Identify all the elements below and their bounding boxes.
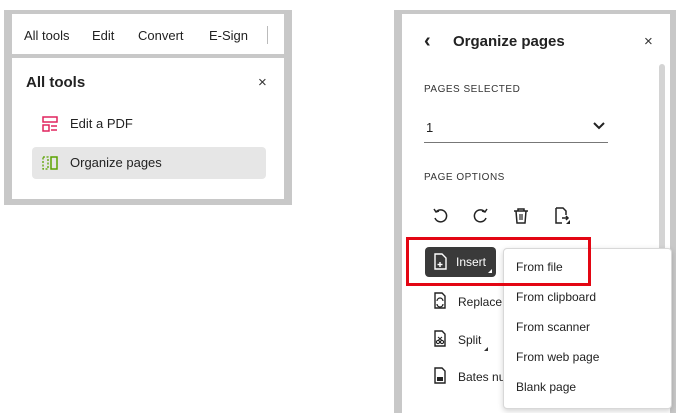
all-tools-panel: All tools × Edit a PDF Organize pages [12,58,284,199]
chevron-down-icon [593,122,605,130]
menu-item-blank-page[interactable]: Blank page [516,380,576,394]
tool-item-edit-pdf[interactable]: Edit a PDF [32,108,266,140]
back-chevron-icon[interactable]: ‹ [424,30,431,53]
panel-title: Organize pages [453,33,565,50]
top-toolbar: All tools Edit Convert E-Sign [12,14,284,54]
submenu-indicator-icon [484,347,488,351]
edit-pdf-icon [42,116,58,132]
menu-item-from-clipboard[interactable]: From clipboard [516,290,596,304]
tab-convert[interactable]: Convert [138,28,184,43]
all-tools-frame: All tools Edit Convert E-Sign All tools … [4,10,292,205]
tool-label-organize-pages: Organize pages [70,155,162,170]
split-icon [434,330,446,347]
panel-title: All tools [26,74,86,91]
organize-pages-icon [42,156,58,170]
tool-label-edit-pdf: Edit a PDF [70,116,133,131]
tool-item-organize-pages[interactable]: Organize pages [32,147,266,179]
rotate-left-icon[interactable] [431,207,449,225]
close-icon[interactable]: × [258,74,267,91]
bates-numbering-icon [434,367,446,384]
rotate-right-icon[interactable] [472,207,490,225]
tab-edit[interactable]: Edit [92,28,114,43]
replace-icon [434,292,446,309]
page-options-list: Replace Split Bates nu [402,280,504,413]
replace-label: Replace [458,295,503,309]
split-label: Split [458,333,482,347]
menu-item-from-scanner[interactable]: From scanner [516,320,590,334]
close-icon[interactable]: × [644,33,653,50]
toolbar-divider [267,26,268,44]
extract-icon[interactable] [553,207,571,225]
tab-all-tools[interactable]: All tools [24,28,70,43]
pages-selected-label: PAGES SELECTED [424,84,521,95]
delete-icon[interactable] [512,207,530,225]
tab-e-sign[interactable]: E-Sign [209,28,248,43]
page-options-label: PAGE OPTIONS [424,172,505,183]
pages-selected-value: 1 [426,120,434,135]
highlight-box [406,237,591,286]
panel-scrollbar[interactable] [659,64,665,264]
menu-item-from-web-page[interactable]: From web page [516,350,599,364]
pages-selected-dropdown[interactable]: 1 [424,116,608,143]
bates-numbering-label: Bates nu [458,370,504,384]
